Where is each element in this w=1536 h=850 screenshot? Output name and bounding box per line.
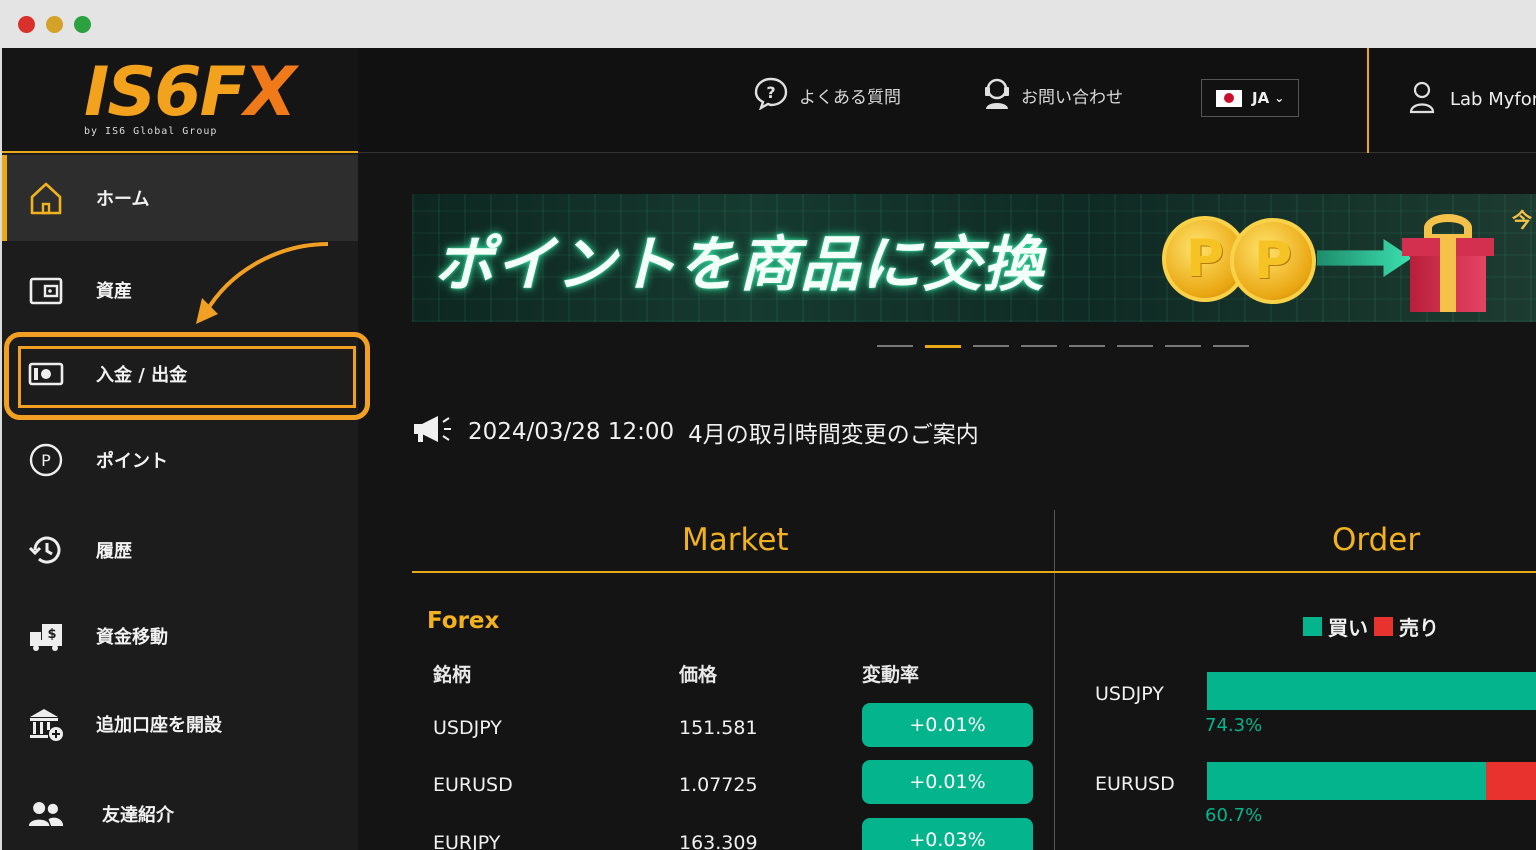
carousel-dot[interactable] (1213, 345, 1249, 347)
sidebar-item-home[interactable]: ホーム (2, 155, 358, 241)
history-icon (28, 532, 64, 568)
sidebar-item-label: ポイント (96, 451, 168, 472)
legend-sell-label: 売り (1399, 616, 1439, 640)
sidebar-item-label: 資産 (96, 281, 132, 302)
order-symbol: USDJPY (1095, 683, 1164, 705)
home-icon (28, 180, 64, 216)
price-cell: 1.07725 (679, 774, 758, 796)
column-header-symbol: 銘柄 (433, 664, 472, 686)
svg-text:?: ? (766, 83, 775, 102)
carousel-dot[interactable] (1117, 345, 1153, 347)
language-selector[interactable]: JA ⌄ (1201, 79, 1299, 117)
fund-transfer-icon: $ (28, 618, 64, 654)
close-window-button[interactable] (18, 16, 35, 33)
order-ratio-bar (1207, 762, 1536, 800)
contact-label: お問い合わせ (1021, 88, 1123, 108)
user-name: Lab Myforex (1450, 89, 1536, 110)
panel-divider (1054, 510, 1055, 850)
sidebar-item-fund-transfer[interactable]: $ 資金移動 (2, 593, 358, 679)
notice-datetime: 2024/03/28 12:00 (468, 419, 675, 445)
header-divider (1367, 48, 1369, 153)
table-row[interactable]: EURJPY 163.309 +0.03% (2, 818, 1054, 850)
logo-wordmark: IS6FX (84, 53, 297, 132)
price-cell: 163.309 (679, 832, 758, 850)
table-row[interactable]: EURUSD 1.07725 +0.01% (2, 760, 1054, 810)
faq-label: よくある質問 (799, 88, 901, 108)
promo-banner[interactable]: ポイントを商品に交換 P P 今 (412, 194, 1536, 322)
gift-box-icon (1402, 212, 1494, 312)
top-header: ? よくある質問 お問い合わせ JA ⌄ Lab Myforex (358, 48, 1536, 153)
table-row[interactable]: USDJPY 151.581 +0.01% (2, 703, 1054, 753)
minimize-window-button[interactable] (46, 16, 63, 33)
user-menu[interactable]: Lab Myforex (1408, 80, 1536, 119)
logo-main-text: IS6F (84, 53, 246, 132)
logo[interactable]: IS6FX by IS6 Global Group (2, 48, 358, 153)
sidebar-item-points[interactable]: P ポイント (2, 417, 358, 503)
banner-carousel-indicators (877, 345, 1249, 348)
tutorial-arrow-icon (196, 242, 329, 324)
app-root: IS6FX by IS6 Global Group ホーム 資産 入金 / 出金… (2, 48, 1536, 850)
buy-percent: 74.3% (1205, 715, 1263, 736)
buy-percent: 60.7% (1205, 805, 1263, 826)
megaphone-icon (412, 414, 454, 450)
symbol-cell: EURUSD (433, 774, 513, 796)
tutorial-highlight-inner (18, 346, 356, 408)
order-title: Order (1332, 522, 1421, 558)
legend-buy-label: 買い (1328, 616, 1368, 640)
change-badge: +0.03% (862, 818, 1033, 850)
order-legend: 買い 売り (1303, 612, 1439, 641)
sell-swatch (1374, 617, 1393, 636)
carousel-dot[interactable] (1021, 345, 1057, 347)
notice-title: 4月の取引時間変更のご案内 (688, 422, 979, 448)
order-symbol: EURUSD (1095, 773, 1175, 795)
price-cell: 151.581 (679, 717, 758, 739)
faq-link[interactable]: ? よくある質問 (753, 76, 901, 115)
symbol-cell: EURJPY (433, 832, 501, 850)
market-title: Market (682, 522, 789, 558)
buy-ratio-fill (1207, 672, 1536, 710)
japan-flag-icon (1216, 89, 1242, 107)
coin-letter: P (1185, 229, 1225, 289)
column-header-change: 変動率 (862, 664, 920, 686)
point-coin-icon: P (1230, 218, 1316, 304)
column-header-price: 価格 (679, 664, 718, 686)
carousel-dot[interactable] (877, 345, 913, 347)
coin-letter: P (1253, 231, 1293, 291)
contact-link[interactable]: お問い合わせ (983, 76, 1123, 115)
user-icon (1408, 80, 1436, 119)
order-ratio-bar (1207, 672, 1536, 710)
svg-text:P: P (41, 451, 51, 470)
wallet-icon (28, 272, 64, 308)
news-notice[interactable]: 2024/03/28 12:00 4月の取引時間変更のご案内 (412, 414, 979, 450)
panel-title-underline (412, 571, 1536, 573)
point-icon: P (28, 442, 64, 478)
buy-swatch (1303, 617, 1322, 636)
symbol-cell: USDJPY (433, 717, 502, 739)
language-code: JA (1252, 89, 1270, 107)
carousel-dot[interactable] (1069, 345, 1105, 347)
support-agent-icon (983, 76, 1011, 115)
sidebar-item-label: ホーム (96, 189, 150, 210)
buy-ratio-fill (1207, 762, 1487, 800)
banner-edge-text: 今 (1512, 208, 1532, 232)
sidebar-item-label: 履歴 (96, 541, 132, 562)
forex-section-title: Forex (427, 608, 500, 634)
chevron-down-icon: ⌄ (1274, 91, 1285, 105)
maximize-window-button[interactable] (74, 16, 91, 33)
carousel-dot-active[interactable] (925, 345, 961, 348)
banner-headline: ポイントを商品に交換 (434, 230, 1044, 300)
sidebar-item-history[interactable]: 履歴 (2, 507, 358, 593)
change-badge: +0.01% (862, 703, 1033, 747)
question-bubble-icon: ? (753, 76, 789, 115)
window-titlebar (0, 0, 1536, 48)
logo-subtitle: by IS6 Global Group (84, 126, 218, 137)
sidebar-item-label: 資金移動 (96, 627, 168, 648)
carousel-dot[interactable] (1165, 345, 1201, 347)
svg-text:$: $ (47, 627, 56, 642)
change-badge: +0.01% (862, 760, 1033, 804)
logo-accent-text: X (244, 53, 296, 132)
carousel-dot[interactable] (973, 345, 1009, 347)
